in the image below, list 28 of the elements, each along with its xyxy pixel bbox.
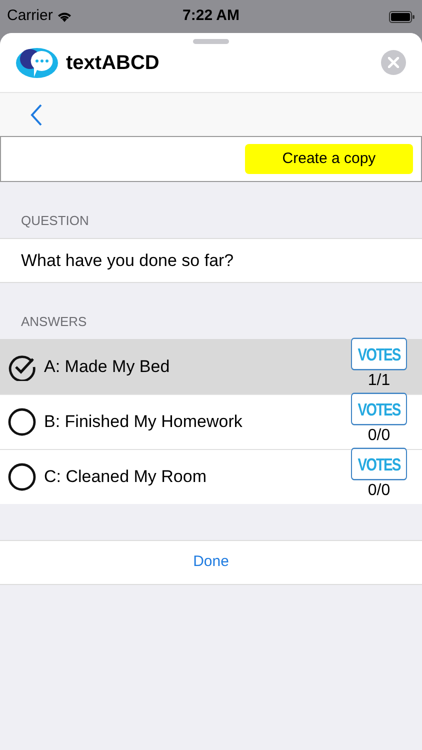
create-copy-button[interactable]: Create a copy: [245, 144, 413, 174]
vote-count: 0/0: [368, 481, 390, 501]
battery-icon: [389, 10, 415, 22]
sheet-title: textABCD: [66, 50, 160, 76]
wifi-icon: [56, 11, 72, 22]
done-button[interactable]: Done: [0, 540, 422, 585]
close-button[interactable]: [381, 50, 406, 75]
back-chevron-icon: [30, 104, 43, 126]
answer-row[interactable]: A: Made My Bed VOTES 1/1: [0, 339, 422, 394]
empty-circle-icon: [8, 408, 36, 436]
answer-label: C: Cleaned My Room: [44, 466, 208, 488]
answer-label: B: Finished My Homework: [44, 411, 244, 434]
section-header: QUESTION: [21, 212, 89, 230]
answer-row[interactable]: C: Cleaned My Room VOTES 0/0: [0, 449, 422, 504]
empty-circle-icon: [8, 463, 36, 491]
question-text: What have you done so far?: [21, 250, 234, 272]
back-button[interactable]: [30, 104, 43, 126]
close-icon: [388, 57, 399, 68]
checked-circle-icon: [8, 352, 36, 380]
chat-bubbles-icon: [16, 46, 58, 78]
section-header: ANSWERS: [21, 312, 87, 330]
grabber-handle[interactable]: [193, 39, 229, 44]
carrier-label: Carrier: [7, 6, 53, 26]
answer-row[interactable]: B: Finished My Homework VOTES 0/0: [0, 394, 422, 449]
answer-label: A: Made My Bed: [44, 356, 171, 378]
vote-count: 0/0: [368, 426, 390, 446]
status-time: 7:22 AM: [182, 6, 240, 26]
vote-count: 1/1: [368, 370, 390, 390]
